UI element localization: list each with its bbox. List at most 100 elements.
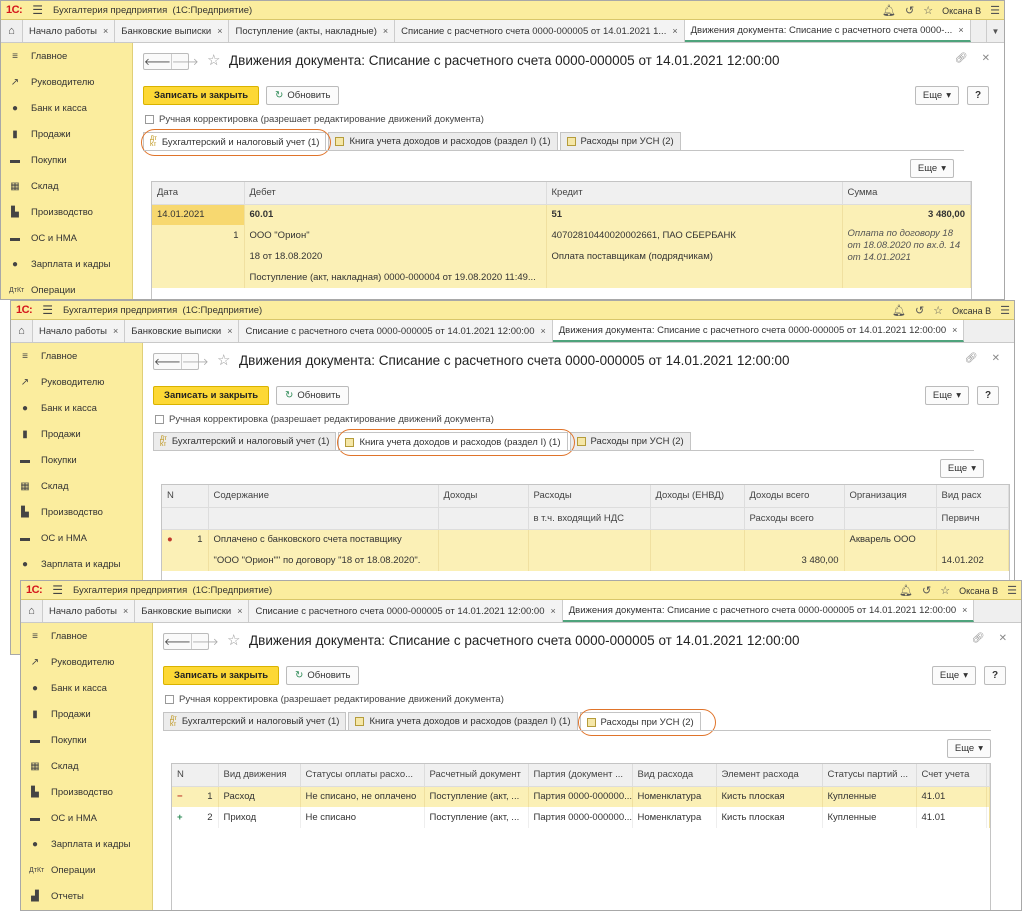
sidebar-item-operations[interactable]: ДтКт Операции	[21, 857, 152, 883]
tab-movements[interactable]: Движения документа: Списание с расчетног…	[552, 320, 965, 342]
close-icon[interactable]: ×	[550, 606, 555, 616]
tab-income-book[interactable]: Книга учета доходов и расходов (раздел I…	[328, 132, 558, 150]
save-close-button[interactable]: Записать и закрыть	[163, 666, 280, 685]
sidebar-item-purchases[interactable]: ▬ Покупки	[11, 447, 142, 473]
more-button[interactable]: Еще ▾	[909, 159, 954, 178]
save-close-button[interactable]: Записать и закрыть	[153, 386, 270, 405]
sidebar-item-production[interactable]: ▙ Производство	[11, 499, 142, 525]
more-button[interactable]: Еще ▾	[946, 739, 991, 758]
history-icon[interactable]: ↺	[922, 584, 931, 597]
home-icon[interactable]: ⌂	[11, 320, 33, 342]
more-button[interactable]: Еще ▾	[914, 86, 959, 105]
tab-bank[interactable]: Банковские выписки ×	[125, 320, 240, 342]
col-income[interactable]: Доходы	[438, 485, 529, 508]
manual-correction-checkbox[interactable]: Ручная корректировка (разрешает редактир…	[155, 414, 494, 425]
close-icon[interactable]: ×	[237, 606, 242, 616]
home-icon[interactable]: ⌂	[21, 600, 43, 622]
tab-start[interactable]: Начало работы ×	[33, 320, 126, 342]
close-icon[interactable]: ×	[672, 26, 677, 36]
close-icon[interactable]: ×	[113, 326, 118, 336]
col-movement-kind[interactable]: Вид движения	[218, 764, 301, 787]
table-row[interactable]: 14.01.2021 60.01 51 3 480,00	[152, 204, 971, 225]
sidebar-item-production[interactable]: ▙ Производство	[1, 199, 132, 225]
settings-icon[interactable]: ☰	[1000, 304, 1010, 317]
user-name[interactable]: Оксана В	[959, 586, 998, 596]
nav-buttons[interactable]: 🡐 🡒	[163, 633, 219, 650]
table-row[interactable]: 1 ООО "Орион" 40702810440020002661, ПАО …	[152, 225, 971, 288]
manual-correction-checkbox[interactable]: Ручная корректировка (разрешает редактир…	[145, 114, 484, 125]
tab-accounting[interactable]: Дт Кт Бухгалтерский и налоговый учет (1)	[153, 432, 337, 450]
home-icon[interactable]: ⌂	[1, 20, 23, 42]
tab-usn-expenses[interactable]: Расходы при УСН (2)	[569, 432, 691, 450]
more-button[interactable]: Еще ▾	[924, 386, 969, 405]
history-icon[interactable]: ↺	[915, 304, 924, 317]
link-icon[interactable]: 🔗︎	[972, 633, 985, 644]
tabs-dropdown-icon[interactable]: ▼	[986, 20, 1004, 42]
col-expense-element[interactable]: Элемент расхода	[716, 764, 823, 787]
col-sum[interactable]: Сумма	[842, 182, 971, 205]
sidebar-item-sales[interactable]: ▮ Продажи	[1, 121, 132, 147]
bell-icon[interactable]: 🔔︎	[892, 304, 906, 317]
sidebar-item-purchases[interactable]: ▬ Покупки	[21, 727, 152, 753]
close-icon[interactable]: ✕	[999, 633, 1007, 644]
col-expenses-total[interactable]: Расходы всего	[744, 507, 845, 530]
menu-icon[interactable]: ☰	[42, 303, 53, 317]
tab-bank[interactable]: Банковские выписки ×	[135, 600, 250, 622]
more-button[interactable]: Еще ▾	[939, 459, 984, 478]
tab-movements[interactable]: Движения документа: Списание с расчетног…	[562, 600, 975, 622]
col-n[interactable]: N	[172, 764, 219, 787]
sidebar-item-purchases[interactable]: ▬ Покупки	[1, 147, 132, 173]
tab-income-book[interactable]: Книга учета доходов и расходов (раздел I…	[348, 712, 578, 730]
sidebar-item-salary[interactable]: ● Зарплата и кадры	[1, 251, 132, 277]
col-vat[interactable]: в т.ч. входящий НДС	[528, 507, 651, 530]
settings-icon[interactable]: ☰	[1007, 584, 1017, 597]
sidebar-item-sales[interactable]: ▮ Продажи	[21, 701, 152, 727]
more-button[interactable]: Еще ▾	[931, 666, 976, 685]
col-content[interactable]: Содержание	[208, 485, 439, 508]
link-icon[interactable]: 🔗︎	[955, 53, 968, 64]
col-account[interactable]: Счет учета	[916, 764, 987, 787]
favorite-icon[interactable]: ☆	[207, 51, 220, 69]
user-name[interactable]: Оксана В	[942, 6, 981, 16]
col-payment-status[interactable]: Статусы оплаты расхо...	[300, 764, 425, 787]
col-date[interactable]: Дата	[152, 182, 245, 205]
table-row[interactable]: "ООО "Орион"" по договору "18 от 18.08.2…	[162, 550, 1009, 571]
sidebar-item-reports[interactable]: ▟ Отчеты	[21, 883, 152, 909]
menu-icon[interactable]: ☰	[52, 583, 63, 597]
help-button[interactable]: ?	[984, 666, 1006, 685]
col-income-envd[interactable]: Доходы (ЕНВД)	[650, 485, 745, 508]
col-n[interactable]: N	[162, 485, 209, 508]
tab-movements[interactable]: Движения документа: Списание с расчетног…	[684, 20, 971, 42]
help-button[interactable]: ?	[967, 86, 989, 105]
user-name[interactable]: Оксана В	[952, 306, 991, 316]
nav-buttons[interactable]: 🡐 🡒	[143, 53, 199, 70]
star-icon[interactable]: ☆	[940, 584, 950, 597]
col-debit[interactable]: Дебет	[244, 182, 547, 205]
col-more[interactable]: В	[986, 764, 990, 787]
sidebar-item-salary[interactable]: ● Зарплата и кадры	[11, 551, 142, 577]
sidebar-item-director[interactable]: ↗ Руководителю	[1, 69, 132, 95]
sidebar-item-warehouse[interactable]: ▦ Склад	[1, 173, 132, 199]
history-icon[interactable]: ↺	[905, 4, 914, 17]
back-icon[interactable]: 🡐	[154, 354, 181, 369]
close-icon[interactable]: ×	[383, 26, 388, 36]
tab-start[interactable]: Начало работы ×	[23, 20, 116, 42]
tab-start[interactable]: Начало работы ×	[43, 600, 136, 622]
help-button[interactable]: ?	[977, 386, 999, 405]
close-icon[interactable]: ×	[217, 26, 222, 36]
bell-icon[interactable]: 🔔︎	[899, 584, 913, 597]
close-icon[interactable]: ×	[952, 325, 957, 335]
tab-writeoff[interactable]: Списание с расчетного счета 0000-000005 …	[239, 320, 553, 342]
favorite-icon[interactable]: ☆	[217, 351, 230, 369]
sidebar-item-salary[interactable]: ● Зарплата и кадры	[21, 831, 152, 857]
back-icon[interactable]: 🡐	[164, 634, 191, 649]
sidebar-item-main[interactable]: ≡ Главное	[11, 343, 142, 369]
sidebar-item-bank[interactable]: ● Банк и касса	[1, 95, 132, 121]
sidebar-item-director[interactable]: ↗ Руководителю	[11, 369, 142, 395]
col-party[interactable]: Партия (документ ...	[528, 764, 633, 787]
sidebar-item-warehouse[interactable]: ▦ Склад	[21, 753, 152, 779]
close-icon[interactable]: ×	[962, 605, 967, 615]
sidebar-item-sales[interactable]: ▮ Продажи	[11, 421, 142, 447]
close-icon[interactable]: ×	[540, 326, 545, 336]
col-settlement-doc[interactable]: Расчетный документ	[424, 764, 529, 787]
